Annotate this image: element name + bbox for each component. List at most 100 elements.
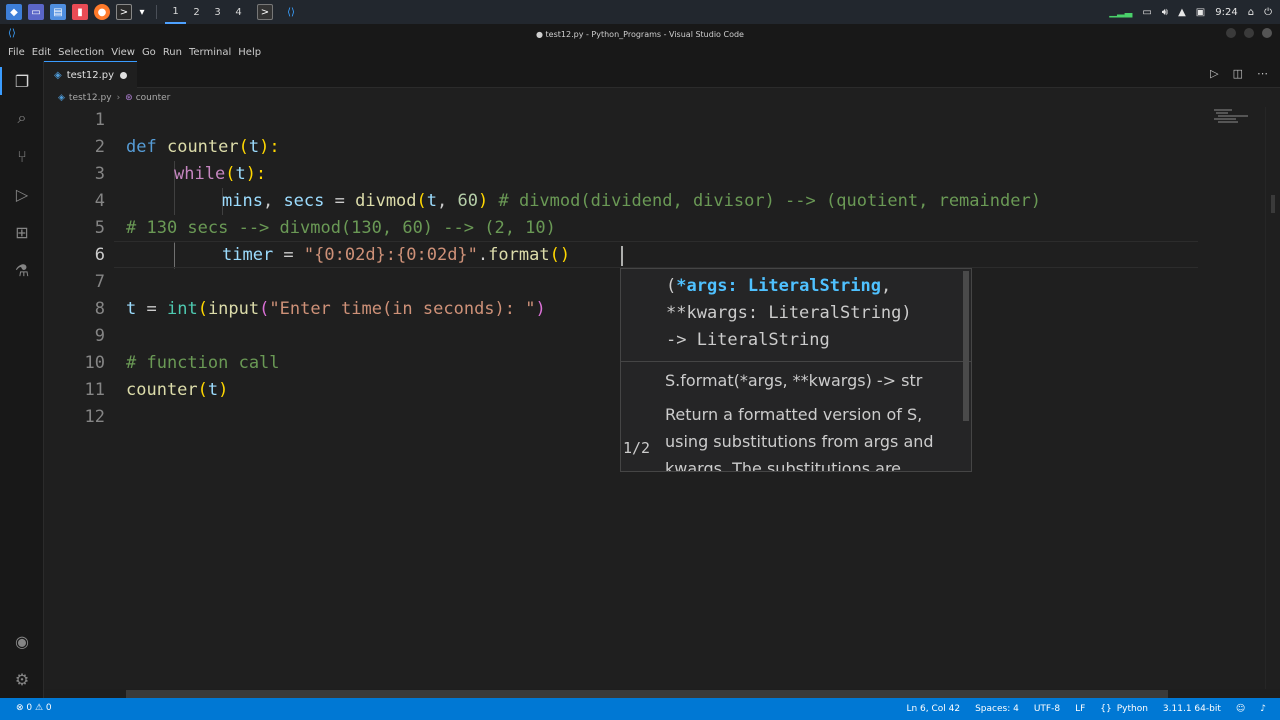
divider (156, 5, 157, 19)
vertical-scrollbar[interactable] (1265, 107, 1275, 689)
builtin-name: int (166, 299, 198, 319)
bracket: ( (197, 299, 208, 319)
menu-selection[interactable]: Selection (58, 47, 104, 58)
parameter-hints-popup[interactable]: (*args: LiteralString, **kwargs: Literal… (620, 268, 972, 472)
function-name: counter (166, 137, 239, 157)
battery-icon[interactable]: ▣ (1196, 7, 1205, 18)
workspace-1[interactable]: 1 (165, 0, 186, 24)
terminal-icon[interactable]: > (116, 4, 132, 20)
variable: t (207, 380, 219, 400)
comment: # function call (126, 353, 280, 373)
scrollbar-thumb[interactable] (1271, 195, 1275, 213)
menu-view[interactable]: View (111, 47, 135, 58)
gear-icon[interactable]: ⚙ (12, 669, 32, 689)
number: 60 (457, 191, 478, 211)
extensions-icon[interactable]: ⊞ (12, 222, 32, 242)
bracket: () (549, 245, 571, 265)
language-mode[interactable]: Python (1117, 704, 1148, 714)
horizontal-scrollbar[interactable] (126, 690, 1168, 698)
function-name: input (207, 299, 260, 319)
chevron-down-icon[interactable]: ▾ (138, 4, 146, 20)
clock[interactable]: 9:24 (1215, 7, 1237, 18)
maximize-button[interactable] (1244, 28, 1254, 38)
feedback-icon[interactable]: ☺ (1236, 704, 1245, 714)
run-python-file-icon[interactable]: ▷ (1210, 67, 1218, 80)
workspace-2[interactable]: 2 (186, 0, 207, 24)
source-control-icon[interactable]: ⑂ (12, 146, 32, 166)
close-button[interactable] (1262, 28, 1272, 38)
bracket: ) (218, 380, 229, 400)
end-of-line[interactable]: LF (1075, 704, 1085, 714)
menu-help[interactable]: Help (238, 47, 261, 58)
window-title: ● test12.py - Python_Programs - Visual S… (536, 29, 744, 39)
breadcrumb-symbol[interactable]: counter (136, 93, 171, 103)
documentation: S.format(*args, **kwargs) -> str Return … (665, 367, 965, 472)
volume-icon[interactable]: 🔊︎ (1162, 7, 1168, 18)
breadcrumb-file[interactable]: test12.py (69, 93, 112, 103)
lock-icon[interactable]: ⌂ (1248, 7, 1254, 18)
signature-comma: , (880, 276, 892, 296)
doc-text: Return a formatted version of S, using s… (665, 405, 934, 472)
split-editor-icon[interactable]: ◫ (1233, 67, 1243, 80)
encoding[interactable]: UTF-8 (1034, 704, 1060, 714)
overload-navigator[interactable]: 1/2 (623, 439, 650, 457)
interpreter[interactable]: 3.11.1 64-bit (1163, 704, 1221, 714)
language-braces-icon: {} (1100, 704, 1112, 714)
line-number: 4 (94, 191, 105, 211)
app-menu-icon[interactable]: ◆ (6, 4, 22, 20)
display-icon[interactable]: ▭ (1142, 7, 1151, 18)
bracket: ): (259, 137, 280, 157)
problems-indicator[interactable]: ⊗ 0 ⚠ 0 (16, 703, 52, 713)
bell-icon[interactable]: ▲ (1178, 7, 1186, 18)
unsaved-dot-icon[interactable] (120, 72, 127, 79)
variable: t (126, 299, 137, 319)
string: "{0:02d}:{0:02d}" (303, 245, 478, 265)
code-line: 5 # 130 secs --> divmod(130, 60) --> (2,… (44, 215, 1200, 242)
run-debug-icon[interactable]: ▷ (12, 184, 32, 204)
signature-parameter: **kwargs: LiteralString) (666, 303, 912, 323)
vscode-window-icon[interactable]: ⟨⟩ (283, 4, 299, 20)
code-text: counter(t) (126, 377, 228, 404)
os-taskbar: ◆ ▭ ▤ ▮ ● > ▾ 1 2 3 4 > ⟨⟩ ▁▂▃ ▭ 🔊︎ ▲ ▣ … (0, 0, 1280, 24)
minimap[interactable] (1210, 107, 1250, 137)
minimize-button[interactable] (1226, 28, 1236, 38)
function-name: divmod (355, 191, 417, 211)
line-number: 5 (94, 218, 105, 238)
firefox-icon[interactable]: ● (94, 4, 110, 20)
desktop-icon[interactable]: ▭ (28, 4, 44, 20)
more-actions-icon[interactable]: ⋯ (1257, 67, 1268, 80)
bell-icon[interactable]: ♪ (1260, 704, 1266, 714)
line-number: 3 (94, 164, 105, 184)
code-text: timer = "{0:02d}:{0:02d}".format() (222, 242, 570, 269)
indentation[interactable]: Spaces: 4 (975, 704, 1019, 714)
testing-icon[interactable]: ⚗ (12, 260, 32, 280)
menu-edit[interactable]: Edit (32, 47, 51, 58)
comment: # 130 secs --> divmod(130, 60) --> (2, 1… (126, 218, 556, 238)
files-icon[interactable]: ▤ (50, 4, 66, 20)
cursor-position[interactable]: Ln 6, Col 42 (906, 704, 960, 714)
workspace-3[interactable]: 3 (207, 0, 228, 24)
line-number: 7 (94, 272, 105, 292)
network-activity-icon: ▁▂▃ (1109, 6, 1133, 18)
bracket: ( (197, 380, 208, 400)
menu-run[interactable]: Run (163, 47, 182, 58)
popup-scrollbar[interactable] (963, 271, 969, 421)
power-icon[interactable]: ⏻ (1264, 7, 1272, 18)
search-icon[interactable]: ⌕ (12, 108, 32, 128)
line-number: 10 (84, 353, 105, 373)
operator: = (324, 191, 356, 211)
terminal-window-icon[interactable]: > (257, 4, 273, 20)
keyword: while (174, 164, 226, 184)
punctuation: . (477, 245, 489, 265)
menu-terminal[interactable]: Terminal (189, 47, 231, 58)
tab-test12[interactable]: ◈ test12.py (44, 61, 137, 88)
accounts-icon[interactable]: ◉ (12, 631, 32, 651)
line-number: 8 (94, 299, 105, 319)
menu-go[interactable]: Go (142, 47, 156, 58)
workspace-4[interactable]: 4 (228, 0, 249, 24)
document-icon[interactable]: ▮ (72, 4, 88, 20)
explorer-icon[interactable]: ❐ (12, 71, 32, 91)
string: "Enter time(in seconds): " (269, 299, 536, 319)
code-text: def counter(t): (126, 134, 280, 161)
menu-file[interactable]: File (8, 47, 25, 58)
